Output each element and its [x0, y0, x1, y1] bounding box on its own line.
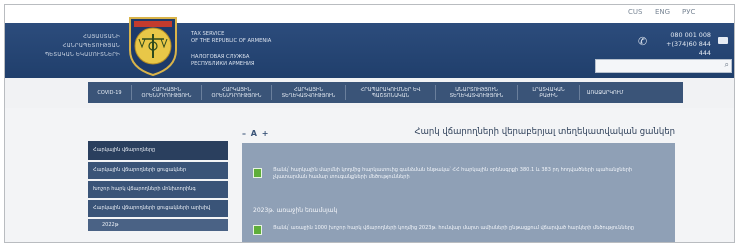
mail-icon[interactable]	[718, 37, 728, 44]
search-box: ⌕	[595, 59, 732, 80]
lang-eng-link[interactable]: ENG	[655, 8, 670, 16]
year-heading: 2023թ. առաջին եռամսյակ	[253, 207, 338, 214]
sidebar-item-taxpayer-lists[interactable]: Հարկային վճարողների ցուցակներ	[88, 162, 228, 179]
sidebar-item-2022[interactable]: 2022թ	[88, 219, 228, 231]
search-icon[interactable]: ⌕	[725, 60, 729, 70]
nav-item-publications[interactable]: ՀՐԱՊԱՐԱԿՈՒՄՆԵՐ ԵՎ ՊԱՇՏՈՆԱԿԱՆ	[346, 85, 436, 100]
en-title-line-2: OF THE REPUBLIC OF ARMENIA	[191, 38, 272, 44]
nav-item-tax-information[interactable]: ՀԱՐԿԱՅԻՆ ՏԵՂԵԿԱՏՎՈՒԹՅՈՒՆ	[272, 85, 346, 100]
main-nav-strip: COVID-19 ՀԱՐԿԱՅԻՆ ՕՐԵՆՍԴՐՈՒԹՅՈՒՆ ՀԱՐԿԱՅԻ…	[5, 78, 734, 108]
document-link[interactable]: Ցանկ՝ առաջին 1000 խոշոր հարկ վճարողների …	[273, 225, 653, 232]
sidebar: Հարկային վճարողները Հարկային վճարողների …	[88, 141, 228, 233]
lang-cus-link[interactable]: CUS	[628, 8, 642, 16]
nav-item-feedback[interactable]: ԱՌԱՋԱՐԿՈՒՄ	[580, 85, 630, 100]
arm-title-line-3: ՊԵՏԱԿԱՆ ԵԿԱՄՈՒՏՆԵՐԻ	[44, 52, 120, 58]
russian-title: НАЛОГОВАЯ СЛУЖБА РЕСПУБЛИКИ АРМЕНИЯ	[191, 54, 254, 68]
sidebar-item-lists-archive[interactable]: Հարկային վճարողների ցուցակների արխիվ	[88, 200, 228, 217]
arm-title-line-2: ՀԱՆՐԱՊԵՏՈՒԹՅԱՆ	[62, 43, 120, 49]
sidebar-item-large-taxpayer-monitoring[interactable]: Խոշոր հարկ վճարողների մոնիտորինգ	[88, 181, 228, 198]
page-title: Հարկ վճարողների վերաբերյալ տեղեկատվական …	[414, 127, 676, 137]
nav-item-tax-legislation-2[interactable]: ՀԱՐԿԱՅԻՆ ՕՐԵՆՍԴՐՈՒԹՅՈՒՆ	[202, 85, 272, 100]
ru-title-line-1: НАЛОГОВАЯ СЛУЖБА	[191, 54, 250, 60]
nav-item-customs-information[interactable]: ԱՆԱՐՏՈՒԹՅՈՒՆ ՏԵՂԵԿԱՏՎՈՒԹՅՈՒՆ	[436, 85, 518, 100]
excel-file-icon[interactable]	[253, 225, 262, 235]
english-title: TAX SERVICE OF THE REPUBLIC OF ARMENIA	[191, 31, 271, 45]
site-header: ՀԱՅԱՍՏԱՆԻ ՀԱՆՐԱՊԵՏՈՒԹՅԱՆ ՊԵՏԱԿԱՆ ԵԿԱՄՈՒՏ…	[5, 17, 734, 80]
nav-item-news[interactable]: ԼՐԱՏՎԱԿԱՆ ԲԱԺԻՆ	[518, 85, 580, 100]
hotline-phones[interactable]: 080 001 008 +(374)60 844 444	[653, 31, 711, 58]
phone-icon: ✆	[638, 35, 648, 48]
hotline-phone-2[interactable]: +(374)60 844 444	[653, 40, 711, 58]
armenian-title: ՀԱՅԱՍՏԱՆԻ ՀԱՆՐԱՊԵՏՈՒԹՅԱՆ ՊԵՏԱԿԱՆ ԵԿԱՄՈՒՏ…	[5, 33, 120, 60]
en-title-line-1: TAX SERVICE	[191, 31, 225, 37]
top-bar: CUS ENG РУС	[5, 5, 734, 23]
hotline-phone-1[interactable]: 080 001 008	[653, 31, 711, 40]
browser-frame: CUS ENG РУС ՀԱՅԱՍՏԱՆԻ ՀԱՆՐԱՊԵՏՈՒԹՅԱՆ ՊԵՏ…	[4, 4, 735, 243]
tax-service-emblem-logo[interactable]	[124, 14, 182, 76]
nav-item-tax-legislation[interactable]: ՀԱՐԿԱՅԻՆ ՕՐԵՆՍԴՐՈՒԹՅՈՒՆ	[132, 85, 202, 100]
lang-rus-link[interactable]: РУС	[682, 8, 695, 16]
main-nav: COVID-19 ՀԱՐԿԱՅԻՆ ՕՐԵՆՍԴՐՈՒԹՅՈՒՆ ՀԱՐԿԱՅԻ…	[88, 82, 683, 103]
nav-item-covid[interactable]: COVID-19	[88, 85, 132, 100]
arm-title-line-1: ՀԱՅԱՍՏԱՆԻ	[83, 34, 120, 40]
document-link[interactable]: Ցանկ՝ հարկային մարմնի կողմից հարկատուից …	[273, 167, 653, 181]
ru-title-line-2: РЕСПУБЛИКИ АРМЕНИЯ	[191, 61, 255, 67]
sidebar-item-taxpayers[interactable]: Հարկային վճարողները	[88, 141, 228, 160]
excel-file-icon[interactable]	[253, 168, 262, 178]
documents-panel: Ցանկ՝ հարկային մարմնի կողմից հարկատուից …	[242, 143, 675, 242]
font-size-controls[interactable]: – A +	[242, 129, 269, 138]
